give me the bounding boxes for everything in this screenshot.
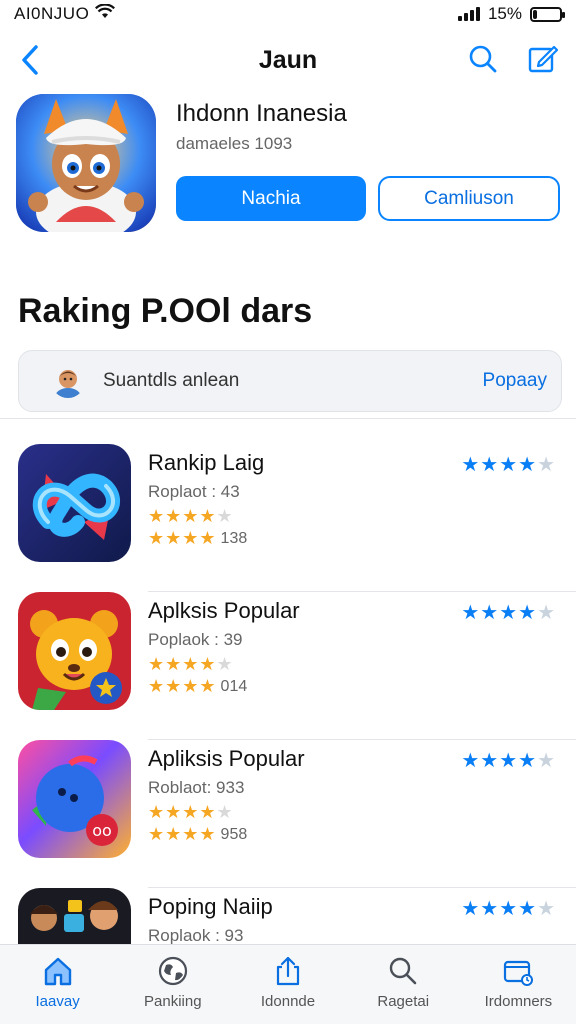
section-title: Raking P.OOl dars <box>18 292 313 330</box>
list-item-subtitle: Roblaot: 933 <box>148 778 245 797</box>
back-button[interactable] <box>12 42 48 78</box>
rating-count: 014 <box>220 677 248 695</box>
filter-bar[interactable]: Suantdls anlean Popaay <box>18 350 562 412</box>
tab-bar: Iaavay Pankiing Idonnde Ragetai Irdomner… <box>0 944 576 1024</box>
list-item-subtitle: Poplaok : 39 <box>148 630 243 649</box>
compose-button[interactable] <box>526 42 560 76</box>
blob-app-icon: oo <box>18 740 131 858</box>
rating-stars-blue: ★★★★★ <box>461 602 556 624</box>
tab-search[interactable]: Ragetai <box>346 945 461 1024</box>
filter-action-link[interactable]: Popaay <box>483 370 547 392</box>
list-item-subtitle: Roplaok : 93 <box>148 926 244 945</box>
list-item-title: Poping Naiip <box>148 894 273 919</box>
tab-label: Idonnde <box>260 993 316 1010</box>
rating-stars-count: ★★★★ 014 <box>148 676 248 696</box>
tab-wallet[interactable]: Irdomners <box>461 945 576 1024</box>
status-bar: AI0NJUO 15% <box>0 0 576 28</box>
rating-stars: ★★★★★ <box>148 802 234 822</box>
wifi-icon <box>95 3 116 24</box>
tab-label: Ragetai <box>377 993 430 1010</box>
rating-stars-blue: ★★★★★ <box>461 454 556 476</box>
carrier-label: AI0NJUO <box>14 4 90 23</box>
rating-stars-count: ★★★★ 138 <box>148 528 248 548</box>
app-meta: damaeles 1093 <box>176 134 293 153</box>
battery-percent: 15% <box>487 4 522 23</box>
list-item-title: Aplksis Popular <box>148 598 300 623</box>
rating-stars-count: ★★★★ 958 <box>148 824 248 844</box>
search-icon <box>385 953 421 989</box>
app-icon[interactable] <box>16 94 156 232</box>
nav-actions <box>466 42 560 76</box>
rating-count: 958 <box>220 825 248 843</box>
list-item-title: Rankip Laig <box>148 450 265 475</box>
home-icon <box>40 953 76 989</box>
signal-icon <box>457 7 480 21</box>
rating-stars: ★★★★★ <box>148 654 234 674</box>
tab-share[interactable]: Idonnde <box>230 945 345 1024</box>
primary-action-button[interactable]: Nachia <box>176 176 366 221</box>
list-item-title: Apliksis Popular <box>148 746 305 771</box>
share-icon <box>270 953 306 989</box>
secondary-action-button[interactable]: Camliuson <box>378 176 560 221</box>
infinity-app-icon <box>18 444 131 562</box>
search-button[interactable] <box>466 42 500 76</box>
filter-label: Suantdls anlean <box>103 370 240 391</box>
rating-stars-blue: ★★★★★ <box>461 898 556 920</box>
chevron-left-icon <box>22 45 38 75</box>
page-title: Jaun <box>258 45 318 74</box>
list-item-subtitle: Roplaot : 43 <box>148 482 240 501</box>
battery-icon <box>530 6 565 22</box>
list-item[interactable]: oo Apliksis Popular Roblaot: 933 ★★★★★ ★… <box>0 740 576 888</box>
tab-label: Pankiing <box>144 993 202 1010</box>
list-item[interactable]: Rankip Laig Roplaot : 43 ★★★★★ ★★★★ 138 ★… <box>0 444 576 592</box>
bear-app-icon <box>18 592 131 710</box>
tab-label: Iaavay <box>35 993 80 1010</box>
character-icon <box>16 94 156 232</box>
rating-stars-blue: ★★★★★ <box>461 750 556 772</box>
list-item[interactable]: Aplksis Popular Poplaok : 39 ★★★★★ ★★★★ 0… <box>0 592 576 740</box>
app-header: Ihdonn Inanesia damaeles 1093 Nachia Cam… <box>16 94 564 234</box>
rating-stars: ★★★★★ <box>148 506 234 526</box>
battery-fill <box>533 9 537 19</box>
tab-label: Irdomners <box>484 993 553 1010</box>
wallet-icon <box>500 953 536 989</box>
tab-home[interactable]: Iaavay <box>0 945 115 1024</box>
avatar <box>51 364 85 398</box>
status-right: 15% <box>457 4 565 24</box>
nav-bar: Jaun <box>0 36 576 84</box>
svg-text:oo: oo <box>92 821 112 840</box>
globe-icon <box>155 953 191 989</box>
compose-icon <box>528 45 558 73</box>
divider <box>0 418 576 419</box>
status-left: AI0NJUO <box>14 3 116 24</box>
app-name: Ihdonn Inanesia <box>176 100 347 127</box>
tab-ranking[interactable]: Pankiing <box>115 945 230 1024</box>
search-icon <box>469 45 497 73</box>
rating-count: 138 <box>220 529 248 547</box>
